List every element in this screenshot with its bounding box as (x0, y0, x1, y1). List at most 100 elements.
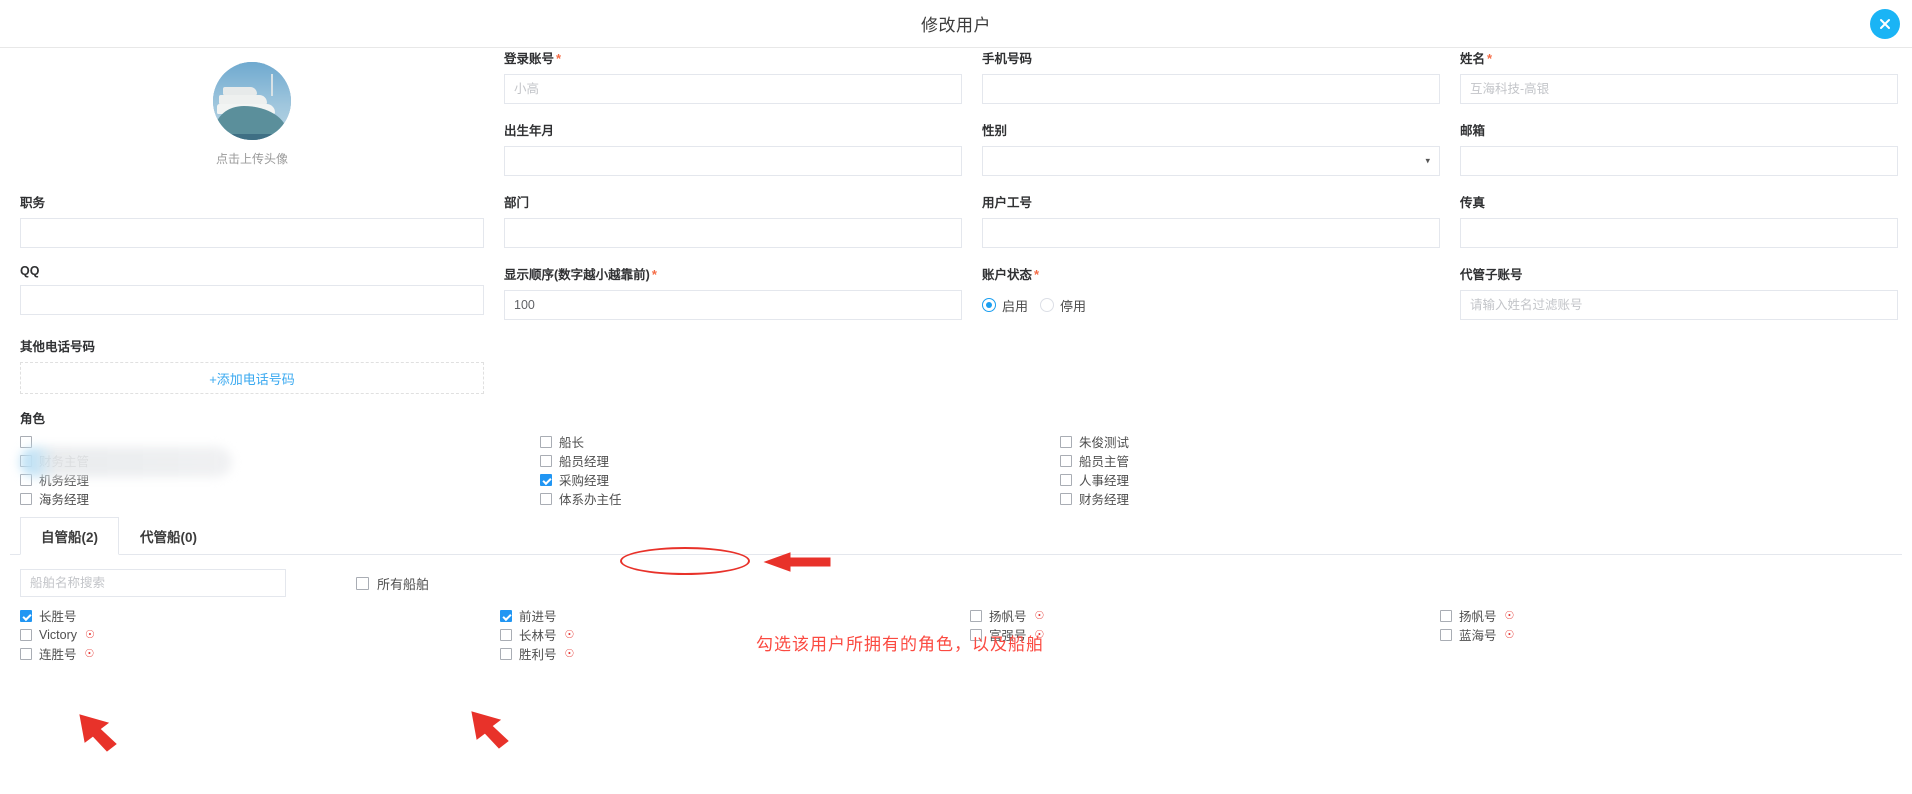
employee-no-input[interactable] (982, 218, 1440, 248)
role-checkbox-row[interactable]: 船员主管 (1060, 452, 1580, 469)
avatar-deck-2 (219, 95, 267, 104)
role-checkbox-row[interactable]: 船长 (540, 433, 1060, 450)
login-account-input[interactable] (504, 74, 962, 104)
checkbox-icon[interactable] (540, 435, 552, 448)
checkbox-icon[interactable] (1060, 473, 1072, 486)
checkbox-icon[interactable] (20, 609, 32, 622)
all-ships-checkbox-row[interactable]: 所有船舶 (356, 574, 429, 593)
checkbox-icon[interactable] (1440, 628, 1452, 641)
display-order-input[interactable] (504, 290, 962, 320)
label-text: 账户状态 (982, 268, 1033, 282)
checkbox-icon[interactable] (1060, 454, 1072, 467)
ship-checkbox-row[interactable]: 长胜号 (20, 607, 500, 624)
role-checkbox-row[interactable]: 体系办主任 (540, 490, 1060, 507)
ship-checkbox-row[interactable]: 富强号 ☉ (970, 626, 1440, 643)
checkbox-icon[interactable] (540, 492, 552, 505)
label-text: QQ (20, 264, 40, 278)
field-label: 部门 (504, 192, 962, 211)
checkbox-icon[interactable] (20, 435, 32, 448)
tab-self-managed-ships[interactable]: 自管船(2) (20, 517, 119, 555)
checkbox-icon[interactable] (970, 628, 982, 641)
role-checkbox-row-purchasing-manager[interactable]: 采购经理 (540, 471, 1060, 488)
label-text: 出生年月 (504, 124, 555, 138)
field-label: 出生年月 (504, 120, 962, 139)
warning-circle-icon: ☉ (84, 648, 95, 660)
role-label: 人事经理 (1079, 474, 1130, 488)
role-checkbox-row[interactable]: 财务主管 (20, 452, 540, 469)
label-text: 性别 (982, 124, 1008, 138)
ship-label: 扬帆号 (1459, 610, 1497, 624)
sub-account-input[interactable] (1460, 290, 1898, 320)
checkbox-icon[interactable] (500, 628, 512, 641)
checkbox-icon[interactable] (20, 492, 32, 505)
radio-disable[interactable]: 停用 (1040, 296, 1086, 315)
role-checkbox-row[interactable]: 海务经理 (20, 490, 540, 507)
position-input[interactable] (20, 218, 484, 248)
warning-circle-icon: ☉ (84, 629, 95, 641)
ship-photo-avatar[interactable] (213, 62, 291, 140)
checkbox-icon[interactable] (970, 609, 982, 622)
radio-dot-icon (982, 298, 996, 312)
checkbox-icon[interactable] (540, 473, 552, 486)
email-field[interactable] (1460, 146, 1898, 176)
ship-search-input[interactable] (20, 569, 286, 597)
role-checkbox-row[interactable]: 财务经理 (1060, 490, 1580, 507)
gender-select[interactable] (982, 146, 1440, 176)
checkbox-icon[interactable] (500, 647, 512, 660)
role-checkbox-row[interactable]: 人事经理 (1060, 471, 1580, 488)
birth-input[interactable] (504, 146, 962, 176)
field-mobile: 手机号码 (972, 48, 1450, 120)
ship-checkbox-row[interactable]: 长林号 ☉ (500, 626, 970, 643)
label-text: 部门 (504, 196, 530, 210)
field-qq: QQ (10, 264, 494, 336)
role-checkbox-row[interactable]: 船员经理 (540, 452, 1060, 469)
ships-column-3: 扬帆号 ☉ 富强号 ☉ (970, 607, 1440, 664)
field-position: 职务 (10, 192, 494, 264)
avatar-upload[interactable]: 点击上传头像 (10, 48, 494, 192)
role-label: 朱俊测试 (1079, 436, 1130, 450)
name-input[interactable] (1460, 74, 1898, 104)
ship-checkbox-row[interactable]: 连胜号 ☉ (20, 645, 500, 662)
role-checkbox-row[interactable]: 机务经理 (20, 471, 540, 488)
ship-checkbox-row[interactable]: 蓝海号 ☉ (1440, 626, 1910, 643)
tab-agent-managed-ships[interactable]: 代管船(0) (119, 516, 218, 554)
ship-checkbox-row[interactable]: 扬帆号 ☉ (1440, 607, 1910, 624)
checkbox-icon[interactable] (500, 609, 512, 622)
ship-label: 胜利号 (519, 648, 557, 662)
close-icon[interactable] (1870, 9, 1900, 39)
ship-label: 长林号 (519, 629, 557, 643)
fax-input[interactable] (1460, 218, 1898, 248)
role-label: 财务主管 (39, 455, 90, 469)
avatar-water (213, 134, 291, 140)
checkbox-icon[interactable] (1060, 492, 1072, 505)
required-marker: * (1034, 267, 1040, 282)
checkbox-icon[interactable] (540, 454, 552, 467)
radio-enable[interactable]: 启用 (982, 296, 1028, 315)
ship-checkbox-row[interactable]: 扬帆号 ☉ (970, 607, 1440, 624)
checkbox-icon[interactable] (20, 454, 32, 467)
warning-circle-icon: ☉ (564, 629, 575, 641)
avatar-deck-3 (223, 87, 257, 95)
department-input[interactable] (504, 218, 962, 248)
checkbox-icon[interactable] (20, 647, 32, 660)
mobile-input[interactable] (982, 74, 1440, 104)
role-checkbox-row[interactable]: 朱俊测试 (1060, 433, 1580, 450)
gender-select-wrap[interactable]: ▾ (982, 146, 1440, 176)
checkbox-icon[interactable] (356, 576, 369, 590)
ship-checkbox-row[interactable]: 前进号 (500, 607, 970, 624)
form-grid-row4: QQ 显示顺序(数字越小越靠前) * 账户状态 * 启用 (10, 264, 1902, 336)
radio-dot-icon (1040, 298, 1055, 312)
checkbox-icon[interactable] (1060, 435, 1072, 448)
checkbox-icon[interactable] (1440, 609, 1452, 622)
qq-input[interactable] (20, 285, 484, 315)
ship-checkbox-row[interactable]: 胜利号 ☉ (500, 645, 970, 662)
role-checkbox-row[interactable] (20, 433, 540, 450)
field-fax: 传真 (1450, 192, 1908, 264)
add-phone-button[interactable]: +添加电话号码 (20, 362, 484, 394)
label-text: 用户工号 (982, 196, 1033, 210)
warning-circle-icon: ☉ (1504, 610, 1515, 622)
ship-checkbox-row[interactable]: Victory ☉ (20, 626, 500, 643)
checkbox-icon[interactable] (20, 628, 32, 641)
checkbox-icon[interactable] (20, 473, 32, 486)
close-glyph (1880, 19, 1890, 29)
